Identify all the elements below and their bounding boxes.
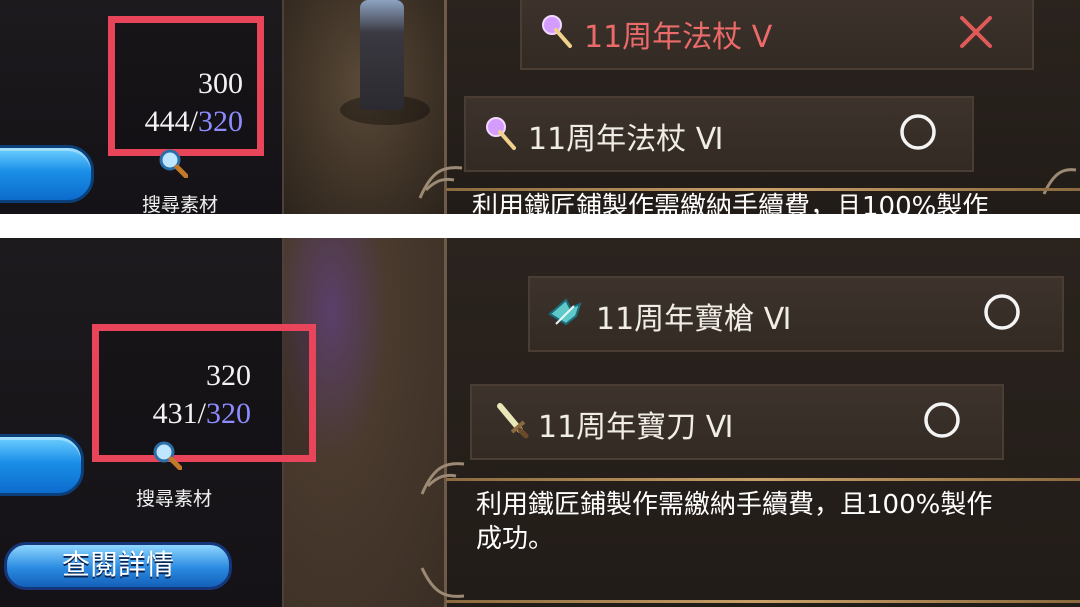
spear-icon — [548, 298, 582, 326]
material-count-highlight: 320 431/320 — [92, 324, 316, 462]
owned-count: 431/320 — [152, 397, 251, 430]
search-materials-label[interactable]: 搜尋素材 — [136, 484, 212, 511]
recipe-name: 11周年寶槍 Ⅵ — [596, 302, 792, 337]
recipe-row[interactable]: 11周年法杖 Ⅵ — [464, 96, 974, 172]
description-line: 利用鐵匠鋪製作需繳納手續費，且100%製作 — [476, 490, 993, 520]
action-button[interactable] — [0, 434, 84, 496]
frame-border — [446, 600, 1080, 603]
corner-ornament — [420, 567, 465, 598]
corner-ornament — [418, 166, 463, 199]
player-character — [360, 0, 404, 110]
sword-icon — [497, 403, 529, 439]
owned-value: 444 — [144, 105, 190, 138]
required-count: 300 — [198, 67, 243, 100]
search-icon[interactable] — [152, 440, 182, 470]
max-value: 320 — [206, 397, 251, 430]
recipe-row[interactable]: 11周年寶刀 Ⅵ — [470, 384, 1004, 460]
owned-count: 444/320 — [144, 105, 243, 138]
required-count: 320 — [206, 359, 251, 392]
close-icon[interactable] — [956, 12, 996, 52]
recipe-name: 11周年法杖 Ⅴ — [584, 20, 773, 55]
circle-icon[interactable] — [922, 400, 962, 440]
max-value: 320 — [198, 105, 243, 138]
staff-icon — [486, 117, 516, 150]
staff-icon — [542, 15, 572, 48]
description-text: 利用鐵匠鋪製作需繳納手續費，且100%製作 — [472, 192, 989, 214]
recipe-row[interactable]: 11周年寶槍 Ⅵ — [528, 276, 1064, 352]
corner-ornament — [1042, 168, 1077, 195]
bottom-screenshot-panel: 320 431/320 搜尋素材 查閱詳情 11周年寶槍 Ⅵ 11周年寶刀 Ⅵ — [0, 238, 1080, 607]
recipe-name: 11周年法杖 Ⅵ — [528, 122, 724, 157]
description-text: 利用鐵匠鋪製作需繳納手續費，且100%製作 成功。 — [476, 488, 1076, 556]
frame-border — [446, 478, 1080, 481]
circle-icon[interactable] — [982, 292, 1022, 332]
description-line: 成功。 — [476, 524, 555, 554]
top-screenshot-panel: 300 444/320 搜尋素材 11周年法杖 Ⅴ 11周年法杖 Ⅵ 利用鐵匠鋪… — [0, 0, 1080, 214]
action-button[interactable] — [0, 145, 94, 203]
circle-icon[interactable] — [898, 112, 938, 152]
material-count-highlight: 300 444/320 — [108, 16, 264, 156]
recipe-name: 11周年寶刀 Ⅵ — [538, 410, 734, 445]
search-materials-label[interactable]: 搜尋素材 — [142, 190, 218, 214]
view-details-button[interactable]: 查閱詳情 — [4, 542, 232, 590]
owned-value: 431 — [152, 397, 198, 430]
search-icon[interactable] — [158, 148, 188, 178]
recipe-row[interactable]: 11周年法杖 Ⅴ — [520, 0, 1034, 70]
